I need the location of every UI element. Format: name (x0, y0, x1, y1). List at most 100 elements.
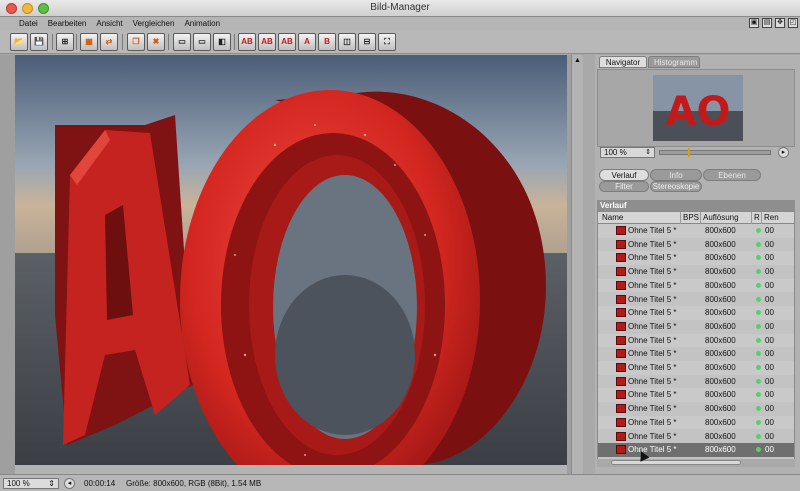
history-tabs: Verlauf Info Ebenen (599, 169, 761, 181)
delete-icon[interactable]: ✖ (147, 33, 165, 51)
history-row[interactable]: Ohne Titel 5 * 800x600 00 (598, 402, 794, 416)
zoom-slider[interactable] (659, 148, 771, 157)
history-row[interactable]: Ohne Titel 5 * 800x600 00 (598, 443, 794, 457)
history-row[interactable]: Ohne Titel 5 * 800x600 00 (598, 265, 794, 279)
open-icon[interactable]: 📂 (10, 33, 28, 51)
tab-info[interactable]: Info (650, 169, 702, 181)
col-aufloesung[interactable]: Auflösung (700, 212, 739, 224)
copy-icon[interactable]: ❐ (127, 33, 145, 51)
status-bar: 100 % ⇕ ◂ 00:00:14 Größe: 800x600, RGB (8… (0, 474, 800, 491)
history-row[interactable]: Ohne Titel 5 * 800x600 00 (598, 375, 794, 389)
expand-icon[interactable]: ◰ (788, 18, 798, 28)
view-ab-icon[interactable]: ◧ (213, 33, 231, 51)
history-row[interactable]: Ohne Titel 5 * 800x600 00 (598, 278, 794, 293)
image-viewer: ▲ (0, 55, 583, 474)
tab-ebenen[interactable]: Ebenen (703, 169, 761, 181)
history-row-name: Ohne Titel 5 * (628, 321, 677, 331)
menu-bearbeiten[interactable]: Bearbeiten (43, 19, 92, 28)
history-row-render: 00 (765, 335, 774, 345)
view-a-icon[interactable]: ▭ (173, 33, 191, 51)
menu-ansicht[interactable]: Ansicht (91, 19, 127, 28)
image-thumb-icon (616, 294, 626, 304)
menu-bar: Datei Bearbeiten Ansicht Vergleichen Ani… (0, 17, 800, 30)
view-b-icon[interactable]: ▭ (193, 33, 211, 51)
tab-navigator[interactable]: Navigator (599, 56, 647, 68)
history-row-name: Ohne Titel 5 * (628, 363, 677, 372)
ab-overlay-icon[interactable]: AB (278, 33, 296, 51)
compare-icon[interactable]: ▦ (80, 33, 98, 51)
history-row-name: Ohne Titel 5 * (628, 335, 677, 345)
render-status-icon (756, 378, 761, 384)
zoom-slider-handle[interactable] (688, 148, 690, 157)
layout-icon[interactable]: ▣ (749, 18, 759, 28)
b-icon[interactable]: B (318, 33, 336, 51)
a-icon[interactable]: A (298, 33, 316, 51)
split-vertical-icon[interactable]: ⊟ (358, 33, 376, 51)
ab-view-icon[interactable]: AB (238, 33, 256, 51)
navigator-preview: AO (597, 69, 795, 147)
tab-stereoskopie[interactable]: Stereoskopie (650, 181, 702, 192)
render-status-icon (756, 269, 761, 275)
history-row[interactable]: Ohne Titel 5 * 800x600 00 (598, 238, 794, 252)
scroll-up-icon[interactable]: ▲ (573, 57, 582, 66)
title-bar[interactable]: Bild-Manager (0, 0, 800, 17)
history-row-name: Ohne Titel 5 * (628, 404, 677, 414)
menu-animation[interactable]: Animation (179, 19, 225, 28)
swap-icon[interactable]: ⇄ (100, 33, 118, 51)
history-row-render: 00 (765, 390, 774, 400)
tab-filter[interactable]: Filter (599, 181, 649, 192)
toolbar: 📂 💾 ⊞ ▦ ⇄ ❐ ✖ ▭ ▭ ◧ AB AB AB A B ◫ ⊟ ⛶ (0, 30, 800, 54)
save-icon[interactable]: 💾 (30, 33, 48, 51)
fit-icon[interactable]: ⛶ (378, 33, 396, 51)
navigator-zoom-select[interactable]: 100 % ⇕ (600, 147, 655, 158)
image-thumb-icon (616, 431, 626, 441)
panel-icon[interactable]: ▤ (762, 18, 772, 28)
scrollbar-knob[interactable] (611, 460, 741, 465)
viewer-vertical-scrollbar[interactable]: ▲ (571, 55, 583, 474)
image-thumb-icon (616, 404, 626, 414)
status-fit-button[interactable]: ◂ (64, 478, 75, 489)
render-status-icon (756, 406, 761, 412)
history-row[interactable]: Ohne Titel 5 * 800x600 00 (598, 251, 794, 266)
history-row-name: Ohne Titel 5 * (628, 267, 677, 277)
render-status-icon (756, 255, 761, 261)
menu-vergleichen[interactable]: Vergleichen (128, 19, 180, 28)
history-row-render: 00 (765, 253, 774, 263)
history-row[interactable]: Ohne Titel 5 * 800x600 00 (598, 306, 794, 320)
move-icon[interactable]: ✥ (775, 18, 785, 28)
history-row[interactable]: Ohne Titel 5 * 800x600 00 (598, 430, 794, 444)
menu-datei[interactable]: Datei (14, 19, 43, 28)
rendered-image-view[interactable] (15, 55, 567, 465)
history-row[interactable]: Ohne Titel 5 * 800x600 00 (598, 388, 794, 403)
history-horizontal-scrollbar[interactable] (597, 459, 795, 467)
history-row-name: Ohne Titel 5 * (628, 349, 677, 359)
history-row[interactable]: Ohne Titel 5 * 800x600 00 (598, 361, 794, 375)
history-row[interactable]: Ohne Titel 5 * 800x600 00 (598, 293, 794, 307)
navigator-zoom-row: 100 % ⇕ ▸ (597, 147, 795, 159)
image-thumb-icon (616, 335, 626, 345)
history-row-resolution: 800x600 (705, 404, 736, 414)
history-row-render: 00 (765, 308, 774, 318)
col-render[interactable]: Ren (761, 212, 779, 224)
viewer-horizontal-scrollbar[interactable] (15, 465, 567, 474)
history-row[interactable]: Ohne Titel 5 * 800x600 00 (598, 320, 794, 334)
navigator-thumbnail[interactable]: AO (653, 75, 743, 141)
col-r[interactable]: R (751, 212, 760, 224)
split-horizontal-icon[interactable]: ◫ (338, 33, 356, 51)
history-row-resolution: 800x600 (705, 294, 736, 304)
ab-split-icon[interactable]: AB (258, 33, 276, 51)
status-zoom-select[interactable]: 100 % ⇕ (3, 478, 59, 489)
history-row[interactable]: Ohne Titel 5 * 800x600 00 (598, 415, 794, 430)
navigator-zoom-value: 100 % (604, 148, 627, 157)
history-row-resolution: 800x600 (705, 431, 736, 441)
history-row[interactable]: Ohne Titel 5 * 800x600 00 (598, 347, 794, 361)
grid-icon[interactable]: ⊞ (56, 33, 74, 51)
history-row-render: 00 (765, 267, 774, 277)
history-row[interactable]: Ohne Titel 5 * 800x600 00 (598, 333, 794, 348)
col-name[interactable]: Name (598, 212, 623, 224)
zoom-fit-button[interactable]: ▸ (778, 147, 789, 158)
history-row[interactable]: Ohne Titel 5 * 800x600 00 (598, 224, 794, 238)
col-bps[interactable]: BPS (680, 212, 699, 224)
tab-histogramm[interactable]: Histogramm (648, 56, 700, 68)
tab-verlauf[interactable]: Verlauf (599, 169, 649, 181)
